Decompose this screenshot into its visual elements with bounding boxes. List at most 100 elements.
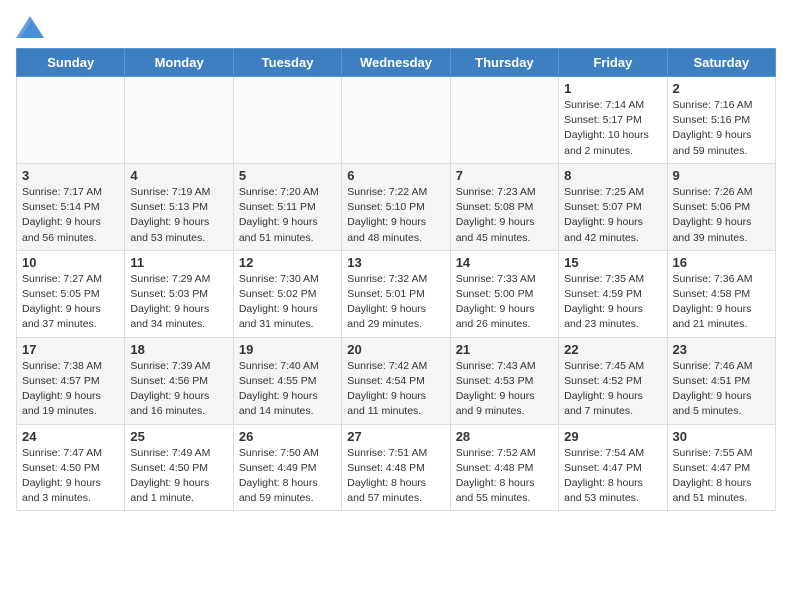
day-number: 25 xyxy=(130,429,227,444)
day-info: Sunrise: 7:19 AM Sunset: 5:13 PM Dayligh… xyxy=(130,185,227,246)
calendar-cell: 3 Sunrise: 7:17 AM Sunset: 5:14 PM Daylig… xyxy=(17,163,125,250)
day-info: Sunrise: 7:32 AM Sunset: 5:01 PM Dayligh… xyxy=(347,272,444,333)
day-info: Sunrise: 7:36 AM Sunset: 4:58 PM Dayligh… xyxy=(673,272,770,333)
day-number: 26 xyxy=(239,429,336,444)
day-info: Sunrise: 7:26 AM Sunset: 5:06 PM Dayligh… xyxy=(673,185,770,246)
day-number: 16 xyxy=(673,255,770,270)
calendar-cell: 25 Sunrise: 7:49 AM Sunset: 4:50 PM Dayli… xyxy=(125,424,233,511)
day-info: Sunrise: 7:45 AM Sunset: 4:52 PM Dayligh… xyxy=(564,359,661,420)
day-info: Sunrise: 7:25 AM Sunset: 5:07 PM Dayligh… xyxy=(564,185,661,246)
day-number: 28 xyxy=(456,429,553,444)
calendar-cell: 16 Sunrise: 7:36 AM Sunset: 4:58 PM Dayli… xyxy=(667,250,775,337)
page-header xyxy=(16,16,776,38)
day-number: 23 xyxy=(673,342,770,357)
day-number: 20 xyxy=(347,342,444,357)
day-info: Sunrise: 7:27 AM Sunset: 5:05 PM Dayligh… xyxy=(22,272,119,333)
day-info: Sunrise: 7:30 AM Sunset: 5:02 PM Dayligh… xyxy=(239,272,336,333)
day-info: Sunrise: 7:50 AM Sunset: 4:49 PM Dayligh… xyxy=(239,446,336,507)
day-info: Sunrise: 7:47 AM Sunset: 4:50 PM Dayligh… xyxy=(22,446,119,507)
day-number: 10 xyxy=(22,255,119,270)
calendar-cell xyxy=(125,77,233,164)
day-number: 18 xyxy=(130,342,227,357)
day-info: Sunrise: 7:29 AM Sunset: 5:03 PM Dayligh… xyxy=(130,272,227,333)
calendar-cell: 11Sunrise: 7:29 AM Sunset: 5:03 PM Dayli… xyxy=(125,250,233,337)
weekday-header: Wednesday xyxy=(342,49,450,77)
day-number: 29 xyxy=(564,429,661,444)
day-number: 7 xyxy=(456,168,553,183)
calendar-cell: 18Sunrise: 7:39 AM Sunset: 4:56 PM Dayli… xyxy=(125,337,233,424)
day-number: 4 xyxy=(130,168,227,183)
calendar-cell: 15 Sunrise: 7:35 AM Sunset: 4:59 PM Dayli… xyxy=(559,250,667,337)
calendar-cell: 24 Sunrise: 7:47 AM Sunset: 4:50 PM Dayli… xyxy=(17,424,125,511)
day-info: Sunrise: 7:40 AM Sunset: 4:55 PM Dayligh… xyxy=(239,359,336,420)
day-number: 24 xyxy=(22,429,119,444)
calendar-cell xyxy=(450,77,558,164)
weekday-header: Saturday xyxy=(667,49,775,77)
weekday-header-row: SundayMondayTuesdayWednesdayThursdayFrid… xyxy=(17,49,776,77)
calendar-cell: 7Sunrise: 7:23 AM Sunset: 5:08 PM Daylig… xyxy=(450,163,558,250)
calendar-week-row: 3 Sunrise: 7:17 AM Sunset: 5:14 PM Daylig… xyxy=(17,163,776,250)
day-number: 13 xyxy=(347,255,444,270)
day-number: 17 xyxy=(22,342,119,357)
calendar-cell: 28 Sunrise: 7:52 AM Sunset: 4:48 PM Dayli… xyxy=(450,424,558,511)
day-number: 22 xyxy=(564,342,661,357)
day-number: 1 xyxy=(564,81,661,96)
calendar-cell: 26 Sunrise: 7:50 AM Sunset: 4:49 PM Dayli… xyxy=(233,424,341,511)
day-info: Sunrise: 7:35 AM Sunset: 4:59 PM Dayligh… xyxy=(564,272,661,333)
logo-icon xyxy=(16,16,44,38)
day-number: 12 xyxy=(239,255,336,270)
day-info: Sunrise: 7:55 AM Sunset: 4:47 PM Dayligh… xyxy=(673,446,770,507)
day-number: 21 xyxy=(456,342,553,357)
calendar-week-row: 1 Sunrise: 7:14 AM Sunset: 5:17 PM Daylig… xyxy=(17,77,776,164)
calendar-cell: 13 Sunrise: 7:32 AM Sunset: 5:01 PM Dayli… xyxy=(342,250,450,337)
day-number: 3 xyxy=(22,168,119,183)
logo xyxy=(16,16,48,38)
calendar-cell: 2 Sunrise: 7:16 AM Sunset: 5:16 PM Daylig… xyxy=(667,77,775,164)
day-info: Sunrise: 7:20 AM Sunset: 5:11 PM Dayligh… xyxy=(239,185,336,246)
calendar-cell: 9 Sunrise: 7:26 AM Sunset: 5:06 PM Daylig… xyxy=(667,163,775,250)
day-number: 9 xyxy=(673,168,770,183)
day-number: 8 xyxy=(564,168,661,183)
day-number: 6 xyxy=(347,168,444,183)
calendar-cell: 19 Sunrise: 7:40 AM Sunset: 4:55 PM Dayli… xyxy=(233,337,341,424)
day-number: 2 xyxy=(673,81,770,96)
calendar-cell: 30Sunrise: 7:55 AM Sunset: 4:47 PM Dayli… xyxy=(667,424,775,511)
day-number: 5 xyxy=(239,168,336,183)
calendar-cell: 4 Sunrise: 7:19 AM Sunset: 5:13 PM Daylig… xyxy=(125,163,233,250)
calendar-cell: 6 Sunrise: 7:22 AM Sunset: 5:10 PM Daylig… xyxy=(342,163,450,250)
day-info: Sunrise: 7:16 AM Sunset: 5:16 PM Dayligh… xyxy=(673,98,770,159)
day-info: Sunrise: 7:14 AM Sunset: 5:17 PM Dayligh… xyxy=(564,98,661,159)
day-info: Sunrise: 7:43 AM Sunset: 4:53 PM Dayligh… xyxy=(456,359,553,420)
calendar-cell xyxy=(342,77,450,164)
calendar-cell: 17Sunrise: 7:38 AM Sunset: 4:57 PM Dayli… xyxy=(17,337,125,424)
calendar-cell: 20 Sunrise: 7:42 AM Sunset: 4:54 PM Dayli… xyxy=(342,337,450,424)
weekday-header: Thursday xyxy=(450,49,558,77)
day-info: Sunrise: 7:49 AM Sunset: 4:50 PM Dayligh… xyxy=(130,446,227,507)
day-info: Sunrise: 7:52 AM Sunset: 4:48 PM Dayligh… xyxy=(456,446,553,507)
calendar-cell: 23 Sunrise: 7:46 AM Sunset: 4:51 PM Dayli… xyxy=(667,337,775,424)
day-info: Sunrise: 7:51 AM Sunset: 4:48 PM Dayligh… xyxy=(347,446,444,507)
calendar-cell: 1 Sunrise: 7:14 AM Sunset: 5:17 PM Daylig… xyxy=(559,77,667,164)
calendar-week-row: 10 Sunrise: 7:27 AM Sunset: 5:05 PM Dayli… xyxy=(17,250,776,337)
day-info: Sunrise: 7:54 AM Sunset: 4:47 PM Dayligh… xyxy=(564,446,661,507)
calendar-cell: 8 Sunrise: 7:25 AM Sunset: 5:07 PM Daylig… xyxy=(559,163,667,250)
weekday-header: Tuesday xyxy=(233,49,341,77)
day-number: 19 xyxy=(239,342,336,357)
calendar-cell: 12 Sunrise: 7:30 AM Sunset: 5:02 PM Dayli… xyxy=(233,250,341,337)
day-number: 27 xyxy=(347,429,444,444)
day-info: Sunrise: 7:42 AM Sunset: 4:54 PM Dayligh… xyxy=(347,359,444,420)
weekday-header: Friday xyxy=(559,49,667,77)
calendar-cell: 21 Sunrise: 7:43 AM Sunset: 4:53 PM Dayli… xyxy=(450,337,558,424)
day-number: 14 xyxy=(456,255,553,270)
calendar-cell xyxy=(17,77,125,164)
day-info: Sunrise: 7:46 AM Sunset: 4:51 PM Dayligh… xyxy=(673,359,770,420)
calendar-week-row: 17Sunrise: 7:38 AM Sunset: 4:57 PM Dayli… xyxy=(17,337,776,424)
day-info: Sunrise: 7:22 AM Sunset: 5:10 PM Dayligh… xyxy=(347,185,444,246)
calendar-cell: 29 Sunrise: 7:54 AM Sunset: 4:47 PM Dayli… xyxy=(559,424,667,511)
weekday-header: Monday xyxy=(125,49,233,77)
calendar-cell: 14Sunrise: 7:33 AM Sunset: 5:00 PM Dayli… xyxy=(450,250,558,337)
day-number: 15 xyxy=(564,255,661,270)
day-info: Sunrise: 7:17 AM Sunset: 5:14 PM Dayligh… xyxy=(22,185,119,246)
calendar-week-row: 24 Sunrise: 7:47 AM Sunset: 4:50 PM Dayli… xyxy=(17,424,776,511)
calendar-cell: 5 Sunrise: 7:20 AM Sunset: 5:11 PM Daylig… xyxy=(233,163,341,250)
